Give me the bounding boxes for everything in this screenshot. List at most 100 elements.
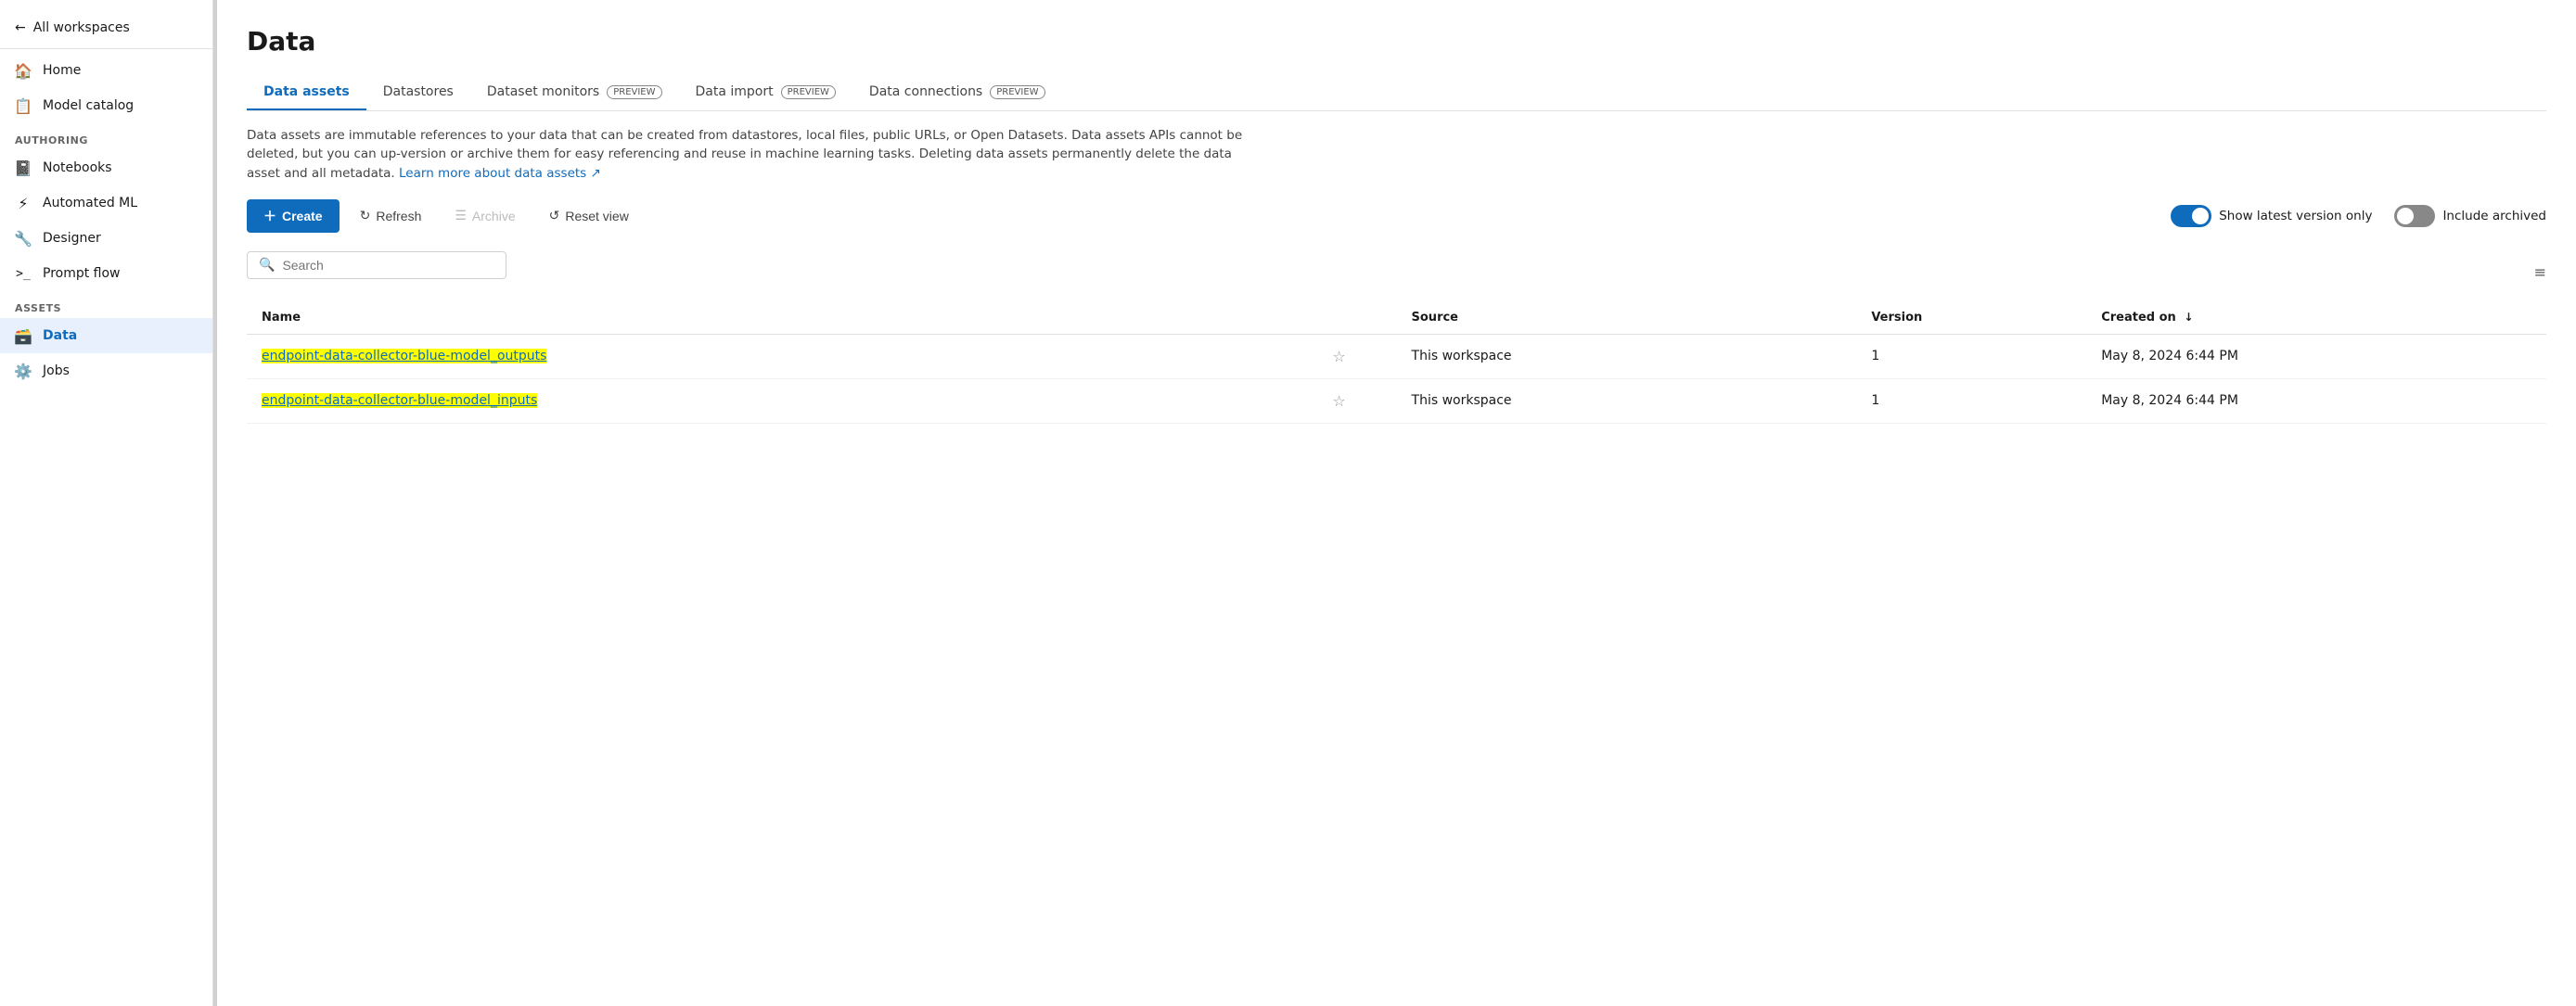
home-icon: 🏠 — [15, 62, 32, 79]
row-2-star-icon[interactable]: ☆ — [1332, 392, 1345, 410]
back-to-workspaces[interactable]: ← All workspaces — [0, 11, 212, 45]
row-2-version: 1 — [1871, 393, 1879, 408]
search-bar[interactable]: 🔍 — [247, 251, 506, 279]
sidebar-label-jobs: Jobs — [43, 363, 70, 378]
row-1-star-cell: ☆ — [1282, 334, 1397, 378]
row-1-created-cell: May 8, 2024 6:44 PM — [2086, 334, 2546, 378]
description-text: Data assets are immutable references to … — [247, 128, 1242, 181]
col-header-source: Source — [1397, 301, 1857, 335]
create-label: Create — [282, 209, 323, 223]
table-row: endpoint-data-collector-blue-model_input… — [247, 378, 2546, 423]
authoring-section-label: Authoring — [0, 123, 212, 150]
search-row: 🔍 ≡ — [247, 251, 2546, 294]
tab-bar: Data assets Datastores Dataset monitors … — [247, 75, 2546, 111]
tab-dataset-monitors-badge: PREVIEW — [607, 85, 661, 99]
create-button[interactable]: ＋ Create — [247, 199, 340, 233]
col-header-star — [1282, 301, 1397, 335]
col-header-name: Name — [247, 301, 1282, 335]
learn-more-label: Learn more about data assets — [399, 166, 586, 181]
tab-data-assets-label: Data assets — [263, 84, 350, 99]
archive-button[interactable]: ☰ Archive — [442, 200, 528, 231]
main-content-area: Data Data assets Datastores Dataset moni… — [217, 0, 2576, 1006]
sidebar-item-notebooks[interactable]: 📓 Notebooks — [0, 150, 212, 185]
filter-button[interactable]: ≡ — [2534, 263, 2546, 281]
row-1-name-cell: endpoint-data-collector-blue-model_outpu… — [247, 334, 1282, 378]
prompt-flow-icon: >_ — [15, 265, 32, 282]
archive-label: Archive — [472, 209, 516, 223]
row-2-created-cell: May 8, 2024 6:44 PM — [2086, 378, 2546, 423]
refresh-icon: ↻ — [360, 208, 371, 223]
toolbar: ＋ Create ↻ Refresh ☰ Archive ↺ Reset vie… — [247, 199, 2546, 233]
include-archived-label: Include archived — [2442, 209, 2546, 223]
search-icon: 🔍 — [259, 258, 275, 273]
sidebar-divider-top — [0, 48, 212, 49]
row-1-source-cell: This workspace — [1397, 334, 1857, 378]
tab-dataset-monitors-label: Dataset monitors — [487, 84, 599, 99]
sidebar-label-automated-ml: Automated ML — [43, 196, 137, 210]
tab-data-import[interactable]: Data import PREVIEW — [679, 75, 852, 110]
sidebar-label-designer: Designer — [43, 231, 101, 246]
data-table: Name Source Version Created on ↓ — [247, 301, 2546, 424]
row-2-name-link[interactable]: endpoint-data-collector-blue-model_input… — [262, 393, 537, 408]
refresh-button[interactable]: ↻ Refresh — [347, 200, 435, 231]
jobs-icon: ⚙️ — [15, 363, 32, 379]
model-catalog-icon: 📋 — [15, 97, 32, 114]
sidebar-item-home[interactable]: 🏠 Home — [0, 53, 212, 88]
include-archived-toggle[interactable] — [2394, 205, 2435, 227]
sidebar: ← All workspaces 🏠 Home 📋 Model catalog … — [0, 0, 213, 1006]
sidebar-item-prompt-flow[interactable]: >_ Prompt flow — [0, 256, 212, 291]
tab-dataset-monitors[interactable]: Dataset monitors PREVIEW — [470, 75, 679, 110]
designer-icon: 🔧 — [15, 230, 32, 247]
sidebar-item-model-catalog[interactable]: 📋 Model catalog — [0, 88, 212, 123]
back-arrow-icon: ← — [15, 20, 26, 35]
back-label: All workspaces — [33, 20, 130, 35]
archive-icon: ☰ — [455, 208, 467, 223]
show-latest-toggle[interactable] — [2171, 205, 2211, 227]
main-panel: Data Data assets Datastores Dataset moni… — [217, 0, 2576, 1006]
assets-section-label: Assets — [0, 291, 212, 318]
sidebar-label-prompt-flow: Prompt flow — [43, 266, 121, 281]
reset-view-button[interactable]: ↺ Reset view — [536, 200, 642, 231]
data-icon: 🗃️ — [15, 327, 32, 344]
search-input[interactable] — [282, 258, 494, 273]
create-plus-icon: ＋ — [263, 207, 276, 225]
tab-datastores[interactable]: Datastores — [366, 75, 470, 110]
row-1-created: May 8, 2024 6:44 PM — [2101, 349, 2238, 363]
sidebar-item-jobs[interactable]: ⚙️ Jobs — [0, 353, 212, 388]
sort-arrow-created: ↓ — [2184, 311, 2193, 324]
row-2-source: This workspace — [1412, 393, 1512, 408]
notebooks-icon: 📓 — [15, 159, 32, 176]
tab-data-assets[interactable]: Data assets — [247, 75, 366, 110]
include-archived-toggle-group: Include archived — [2394, 205, 2546, 227]
tab-data-connections[interactable]: Data connections PREVIEW — [852, 75, 1062, 110]
row-1-source: This workspace — [1412, 349, 1512, 363]
sidebar-label-home: Home — [43, 63, 81, 78]
row-2-created: May 8, 2024 6:44 PM — [2101, 393, 2238, 408]
sidebar-label-data: Data — [43, 328, 77, 343]
row-2-name-cell: endpoint-data-collector-blue-model_input… — [247, 378, 1282, 423]
row-2-version-cell: 1 — [1856, 378, 2086, 423]
tab-data-connections-badge: PREVIEW — [990, 85, 1044, 99]
show-latest-toggle-group: Show latest version only — [2171, 205, 2372, 227]
sidebar-item-designer[interactable]: 🔧 Designer — [0, 221, 212, 256]
row-1-name-link[interactable]: endpoint-data-collector-blue-model_outpu… — [262, 349, 546, 363]
row-2-star-cell: ☆ — [1282, 378, 1397, 423]
tab-data-import-badge: PREVIEW — [781, 85, 836, 99]
col-header-version: Version — [1856, 301, 2086, 335]
table-body: endpoint-data-collector-blue-model_outpu… — [247, 334, 2546, 423]
sidebar-item-automated-ml[interactable]: ⚡ Automated ML — [0, 185, 212, 221]
show-latest-label: Show latest version only — [2219, 209, 2372, 223]
tab-data-connections-label: Data connections — [869, 84, 982, 99]
row-1-star-icon[interactable]: ☆ — [1332, 348, 1345, 365]
reset-view-icon: ↺ — [549, 208, 560, 223]
refresh-label: Refresh — [376, 209, 421, 223]
learn-more-link[interactable]: Learn more about data assets ↗ — [399, 166, 601, 181]
sidebar-label-notebooks: Notebooks — [43, 160, 112, 175]
row-2-source-cell: This workspace — [1397, 378, 1857, 423]
reset-view-label: Reset view — [565, 209, 628, 223]
col-header-created-on[interactable]: Created on ↓ — [2086, 301, 2546, 335]
sidebar-item-data[interactable]: 🗃️ Data — [0, 318, 212, 353]
tab-datastores-label: Datastores — [383, 84, 454, 99]
page-description: Data assets are immutable references to … — [247, 126, 1267, 183]
tab-data-import-label: Data import — [696, 84, 774, 99]
